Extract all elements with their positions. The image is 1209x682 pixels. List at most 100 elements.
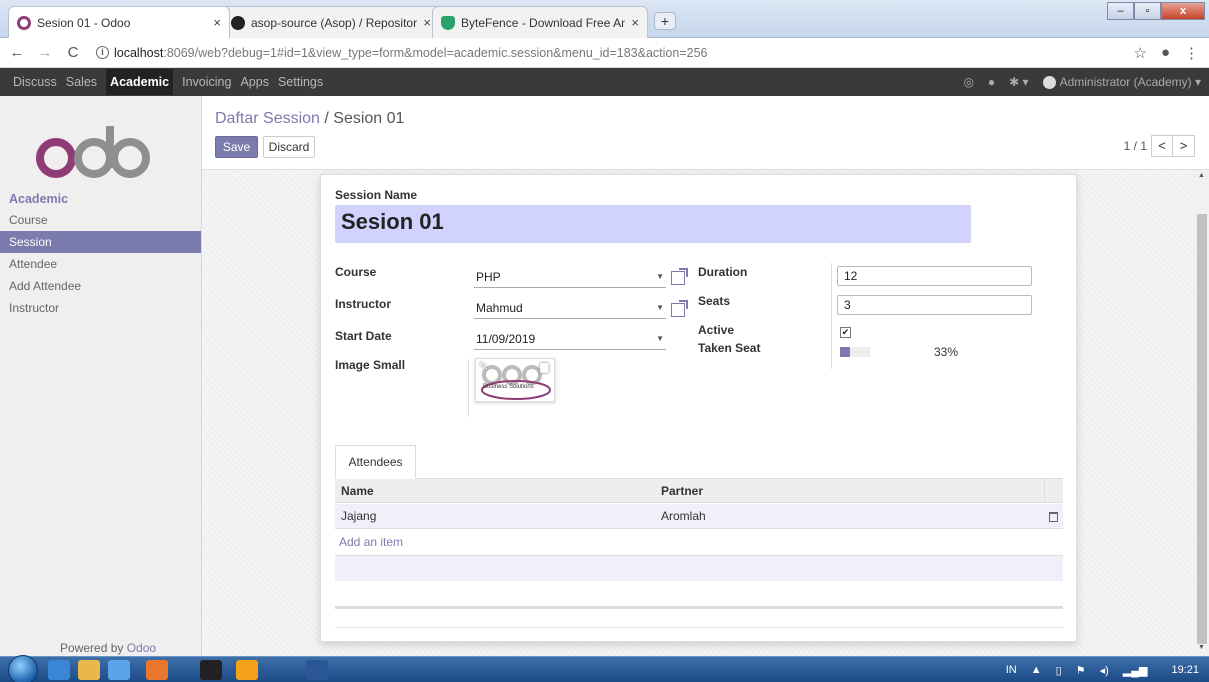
course-value: PHP [476, 270, 501, 284]
external-link-icon[interactable] [671, 300, 688, 317]
explorer-folder-icon[interactable] [78, 660, 100, 680]
menu-kebab-icon[interactable]: ⋮ [1184, 44, 1199, 62]
tab-title: asop-source (Asop) / Repositorie [251, 15, 418, 30]
row-name: Jajang [341, 509, 377, 523]
url-path: :8069/web?debug=1#id=1&view_type=form&mo… [163, 45, 708, 60]
close-icon[interactable]: × [423, 15, 431, 30]
scrollbar[interactable]: ▲ ▼ [1195, 170, 1209, 656]
debug-bug-icon[interactable]: ✱ ▾ [1009, 75, 1028, 89]
volume-icon[interactable]: ◂) [1100, 664, 1109, 677]
browser-tab-bytefence[interactable]: ByteFence - Download Free Antiv × [432, 6, 648, 38]
chat-icon[interactable]: ● [988, 75, 995, 89]
field-separator [468, 359, 469, 417]
start-date-input[interactable]: 11/09/2019 ▼ [474, 328, 666, 350]
reload-icon[interactable]: C [62, 44, 84, 61]
image-small-widget[interactable]: Business Solutions ✎ ▆ [475, 358, 555, 402]
word-icon[interactable] [306, 660, 328, 680]
caret-down-icon: ▼ [656, 303, 664, 312]
avatar [1042, 76, 1056, 90]
edit-pencil-icon[interactable]: ✎ [479, 360, 488, 373]
menu-discuss[interactable]: Discuss [13, 75, 57, 89]
session-name-input[interactable]: Sesion 01 [335, 205, 971, 243]
menu-invoicing[interactable]: Invoicing [182, 75, 231, 89]
menu-apps[interactable]: Apps [240, 75, 269, 89]
discard-button[interactable]: Discard [263, 136, 315, 158]
tray-expand-icon[interactable]: ▲ [1031, 664, 1042, 676]
instructor-select[interactable]: Mahmud ▼ [474, 297, 666, 319]
pager-next-button[interactable]: > [1173, 135, 1195, 157]
save-button[interactable]: Save [215, 136, 258, 158]
close-icon[interactable]: × [213, 15, 221, 30]
signal-icon[interactable]: ▂▄▆ [1123, 664, 1148, 677]
browser-tab-github[interactable]: asop-source (Asop) / Repositorie × [222, 6, 440, 38]
clock[interactable]: 19:21 [1171, 664, 1199, 676]
session-name-label: Session Name [335, 188, 418, 202]
image-caption: Business Solutions [483, 384, 534, 390]
url-host: localhost [114, 45, 164, 60]
delete-trash-icon[interactable]: ▆ [540, 360, 548, 373]
activity-icon[interactable]: ◎ [963, 75, 973, 89]
scroll-up-icon[interactable]: ▲ [1198, 172, 1205, 179]
user-name: Administrator (Academy) [1059, 74, 1192, 89]
user-menu[interactable]: Administrator (Academy) ▾ [1042, 74, 1201, 90]
ie-icon[interactable] [48, 660, 70, 680]
table-end-rule [335, 627, 1063, 628]
close-icon[interactable]: × [631, 15, 639, 30]
minimize-icon[interactable]: – [1107, 2, 1134, 20]
menu-academic[interactable]: Academic [106, 69, 174, 95]
menu-sales[interactable]: Sales [66, 75, 97, 89]
powered-brand-link[interactable]: Odoo [127, 641, 156, 655]
odoo-logo[interactable] [34, 120, 174, 180]
sublime-icon[interactable] [236, 660, 258, 680]
active-checkbox[interactable]: ✔ [840, 327, 851, 338]
sidebar-item-course[interactable]: Course [0, 209, 201, 231]
table-row[interactable]: Jajang Aromlah [335, 504, 1063, 529]
profile-icon[interactable]: ● [1161, 44, 1170, 62]
new-tab-button[interactable]: + [654, 12, 676, 30]
add-item-link[interactable]: Add an item [339, 535, 403, 549]
language-indicator[interactable]: IN [1006, 664, 1017, 676]
caret-down-icon: ▼ [656, 272, 664, 281]
menu-settings[interactable]: Settings [278, 75, 323, 89]
chrome-icon[interactable] [108, 660, 130, 680]
github-icon [231, 15, 245, 30]
maximize-icon[interactable]: ▫ [1134, 2, 1161, 20]
instructor-value: Mahmud [476, 301, 523, 315]
sidebar-item-attendee[interactable]: Attendee [0, 253, 201, 275]
info-icon[interactable]: i [96, 46, 109, 59]
sidebar-item-session[interactable]: Session [0, 231, 201, 253]
terminal-icon[interactable] [200, 660, 222, 680]
external-link-icon[interactable] [671, 268, 688, 285]
pager: 1 / 1 < > [1124, 135, 1195, 157]
sidebar-item-add-attendee[interactable]: Add Attendee [0, 275, 201, 297]
sidebar-item-instructor[interactable]: Instructor [0, 297, 201, 319]
firefox-icon[interactable] [146, 660, 168, 680]
url-field[interactable]: i localhost:8069/web?debug=1#id=1&view_t… [96, 46, 707, 60]
attendees-table-footer [335, 555, 1063, 581]
forward-icon[interactable]: → [34, 44, 56, 61]
browser-tab-odoo[interactable]: Sesion 01 - Odoo × [8, 6, 230, 38]
breadcrumb-parent-link[interactable]: Daftar Session [215, 110, 320, 127]
column-header-partner[interactable]: Partner [661, 479, 703, 503]
duration-input[interactable]: 12 [837, 266, 1032, 286]
powered-by: Powered by Odoo [60, 641, 156, 655]
breadcrumb-current: Sesion 01 [333, 110, 405, 127]
scrollbar-thumb[interactable] [1197, 214, 1207, 644]
pager-prev-button[interactable]: < [1151, 135, 1173, 157]
trash-icon[interactable] [1049, 512, 1058, 522]
scroll-down-icon[interactable]: ▼ [1198, 644, 1205, 651]
course-select[interactable]: PHP ▼ [474, 266, 666, 288]
seats-label: Seats [698, 294, 731, 308]
battery-icon[interactable]: ▯ [1056, 664, 1062, 677]
windows-start-icon[interactable] [8, 655, 38, 682]
column-header-name[interactable]: Name [341, 479, 374, 503]
instructor-label: Instructor [335, 297, 392, 311]
column-separator [831, 263, 832, 369]
tab-attendees[interactable]: Attendees [335, 445, 416, 479]
back-icon[interactable]: ← [6, 44, 28, 61]
flag-icon[interactable]: ⚑ [1076, 664, 1086, 677]
pager-value[interactable]: 1 / 1 [1124, 139, 1147, 153]
seats-input[interactable]: 3 [837, 295, 1032, 315]
bookmark-star-icon[interactable]: ☆ [1133, 44, 1146, 62]
window-close-icon[interactable]: x [1161, 2, 1205, 20]
